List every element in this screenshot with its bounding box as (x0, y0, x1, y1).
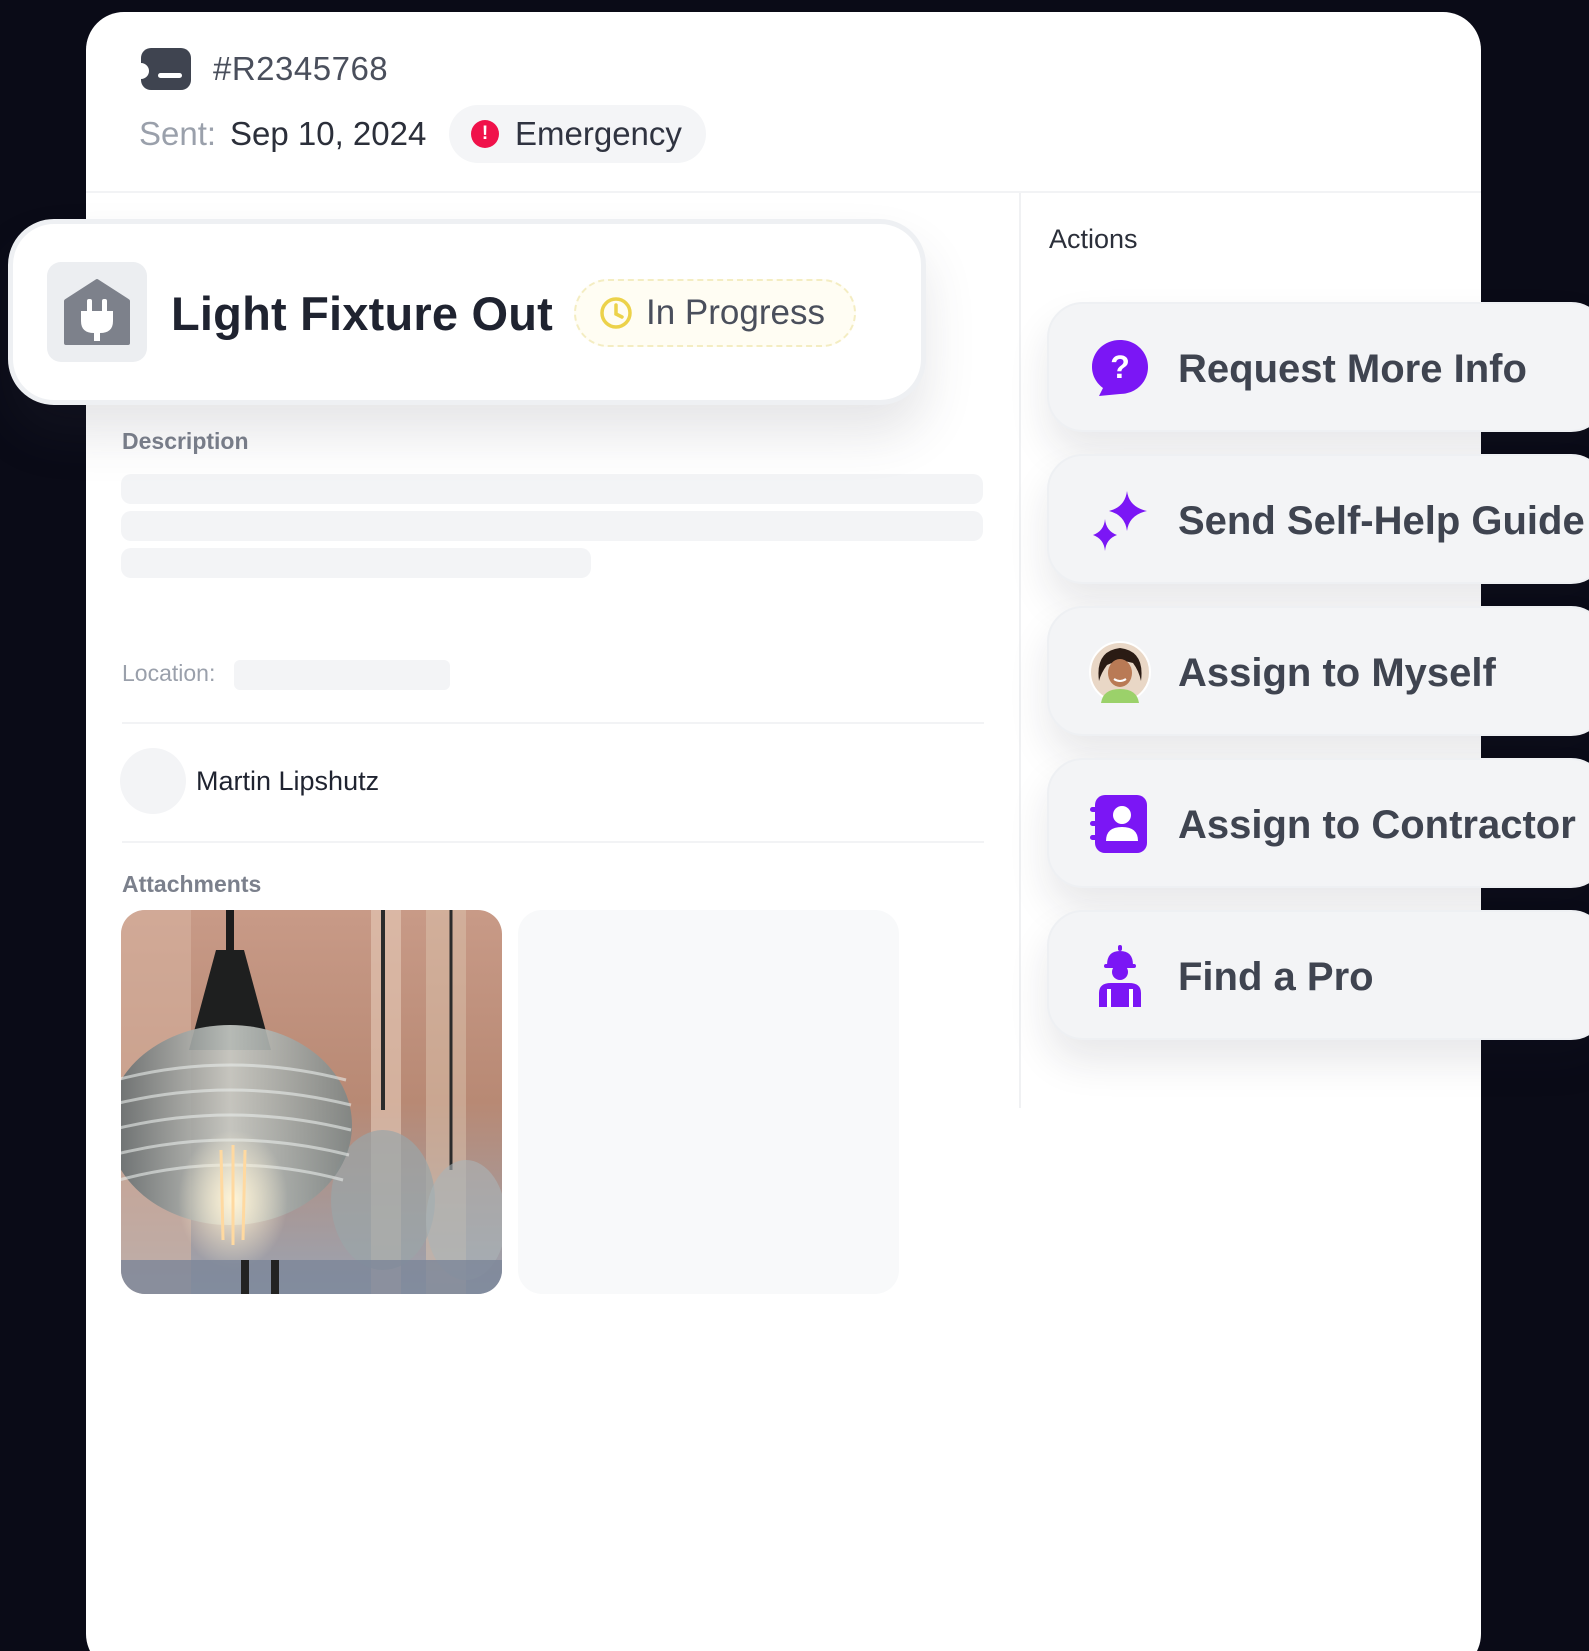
attachments-label: Attachments (122, 871, 262, 897)
priority-badge: ! Emergency (449, 105, 706, 163)
action-label: Assign to Contractor (1178, 803, 1576, 847)
contact-book-icon (1089, 793, 1151, 855)
action-label: Find a Pro (1178, 955, 1374, 999)
clock-icon (600, 297, 632, 329)
panel-divider (1019, 193, 1021, 1108)
attachment-photo-light-fixture[interactable] (121, 910, 502, 1294)
description-line-placeholder (121, 548, 591, 578)
reporter-name[interactable]: Martin Lipshutz (196, 766, 379, 797)
sent-label: Sent: (139, 115, 217, 152)
divider (122, 722, 984, 724)
action-label: Request More Info (1178, 347, 1527, 391)
sparkle-icon (1089, 489, 1151, 551)
stage: #R2345768 Sent: Sep 10, 2024 ! Emergency… (0, 0, 1589, 1651)
avatar (120, 748, 186, 814)
header-divider (86, 191, 1481, 193)
location-placeholder (234, 660, 450, 690)
status-badge: In Progress (574, 279, 856, 347)
user-avatar-icon (1089, 641, 1151, 703)
request-more-info-button[interactable]: ? Request More Info (1047, 302, 1589, 432)
ticket-icon (141, 48, 191, 90)
assign-to-contractor-button[interactable]: Assign to Contractor (1047, 758, 1589, 888)
alert-icon: ! (471, 120, 499, 148)
status-label: In Progress (646, 293, 825, 332)
sent-date: Sep 10, 2024 (230, 115, 427, 152)
description-line-placeholder (121, 511, 983, 541)
assign-to-myself-button[interactable]: Assign to Myself (1047, 606, 1589, 736)
svg-text:?: ? (1110, 349, 1130, 385)
send-self-help-guide-button[interactable]: Send Self-Help Guide (1047, 454, 1589, 584)
attachment-placeholder[interactable] (518, 910, 899, 1294)
worker-icon (1089, 945, 1151, 1007)
question-bubble-icon: ? (1089, 337, 1151, 399)
actions-heading: Actions (1049, 224, 1138, 254)
divider (122, 841, 984, 843)
action-label: Send Self-Help Guide (1178, 499, 1585, 543)
pendant-light-image (121, 910, 502, 1294)
request-title: Light Fixture Out (171, 287, 553, 340)
category-tile (47, 262, 147, 362)
location-label: Location: (122, 660, 216, 686)
action-label: Assign to Myself (1178, 651, 1496, 695)
find-a-pro-button[interactable]: Find a Pro (1047, 910, 1589, 1040)
description-line-placeholder (121, 474, 983, 504)
plug-icon (64, 279, 130, 345)
ticket-id: #R2345768 (213, 50, 389, 87)
description-label: Description (122, 428, 249, 454)
priority-label: Emergency (515, 115, 682, 152)
